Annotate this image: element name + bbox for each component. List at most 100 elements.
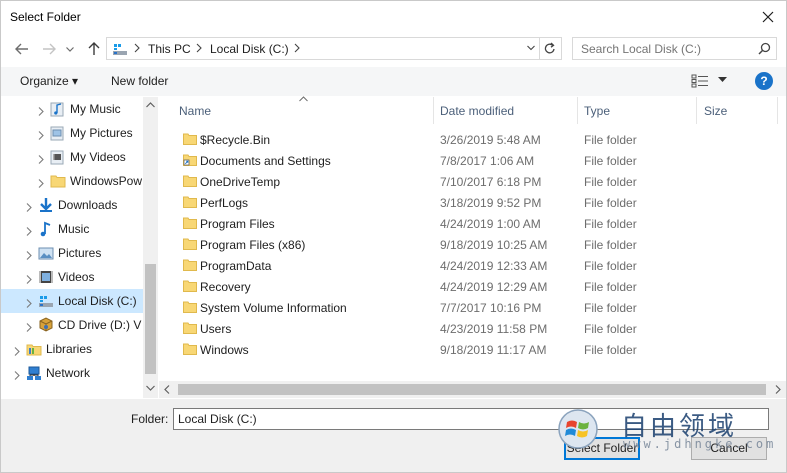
back-button[interactable] <box>12 39 32 59</box>
address-bar[interactable]: This PC Local Disk (C:) <box>106 37 562 60</box>
up-button[interactable] <box>84 39 104 59</box>
file-type: File folder <box>584 175 637 189</box>
file-name: Program Files (x86) <box>200 238 306 252</box>
title-bar: Select Folder <box>1 1 786 33</box>
forward-arrow-icon <box>43 43 56 55</box>
folder-icon <box>183 280 197 295</box>
expand-chevron-icon[interactable] <box>26 273 32 287</box>
expand-chevron-icon[interactable] <box>26 201 32 215</box>
file-row[interactable]: Documents and Settings 7/8/2017 1:06 AM Fi… <box>159 150 786 171</box>
breadcrumb-this-pc[interactable]: This PC <box>148 42 191 56</box>
expand-chevron-icon[interactable] <box>38 105 44 119</box>
scroll-down-icon[interactable] <box>146 385 155 391</box>
scrollbar-thumb[interactable] <box>145 264 156 374</box>
network-icon <box>26 365 42 381</box>
column-header-name[interactable]: Name <box>179 97 211 124</box>
nav-item-libraries[interactable]: Libraries <box>1 337 143 361</box>
nav-item-downloads[interactable]: Downloads <box>1 193 143 217</box>
expand-chevron-icon[interactable] <box>38 177 44 191</box>
recent-locations-button[interactable] <box>63 39 77 59</box>
scrollbar-thumb[interactable] <box>178 384 766 395</box>
file-row[interactable]: ProgramData 4/24/2019 12:33 AM File folder <box>159 255 786 276</box>
nav-item-videos[interactable]: Videos <box>1 265 143 289</box>
horizontal-scrollbar[interactable] <box>159 381 786 398</box>
expand-chevron-icon[interactable] <box>14 369 20 383</box>
column-header-date-modified[interactable]: Date modified <box>440 97 514 124</box>
file-row[interactable]: Recovery 4/24/2019 12:29 AM File folder <box>159 276 786 297</box>
nav-item-windowspow[interactable]: WindowsPow <box>1 169 143 193</box>
close-button[interactable] <box>756 5 780 29</box>
expand-chevron-icon[interactable] <box>38 153 44 167</box>
column-header-type[interactable]: Type <box>584 97 610 124</box>
column-divider[interactable] <box>777 97 778 124</box>
file-type: File folder <box>584 301 637 315</box>
forward-button[interactable] <box>39 39 59 59</box>
nav-item-label: Music <box>58 222 90 236</box>
pictures-folder-icon <box>50 125 66 141</box>
file-date-modified: 9/18/2019 10:25 AM <box>440 238 548 252</box>
refresh-button[interactable] <box>539 38 560 59</box>
folder-icon <box>183 133 197 148</box>
file-name: PerfLogs <box>200 196 249 210</box>
folder-icon <box>183 343 197 358</box>
nav-item-cd-drive-d-v[interactable]: CD Drive (D:) V <box>1 313 143 337</box>
nav-item-my-pictures[interactable]: My Pictures <box>1 121 143 145</box>
folder-name-input[interactable] <box>173 408 769 430</box>
breadcrumb-local-disk[interactable]: Local Disk (C:) <box>210 42 289 56</box>
downloads-icon <box>38 197 54 213</box>
file-date-modified: 4/23/2019 11:58 PM <box>440 322 548 336</box>
file-row[interactable]: PerfLogs 3/18/2019 9:52 PM File folder <box>159 192 786 213</box>
select-folder-button[interactable]: Select Folder <box>564 437 640 460</box>
file-row[interactable]: Users 4/23/2019 11:58 PM File folder <box>159 318 786 339</box>
nav-item-local-disk-c[interactable]: Local Disk (C:) <box>1 289 143 313</box>
file-row[interactable]: Windows 9/18/2019 11:17 AM File folder <box>159 339 786 360</box>
search-box[interactable] <box>572 37 777 60</box>
file-date-modified: 3/26/2019 5:48 AM <box>440 133 541 147</box>
nav-item-pictures[interactable]: Pictures <box>1 241 143 265</box>
music-icon <box>38 221 54 237</box>
expand-chevron-icon[interactable] <box>26 225 32 239</box>
view-dropdown-icon[interactable] <box>718 77 727 83</box>
file-row[interactable]: Program Files 4/24/2019 1:00 AM File folde… <box>159 213 786 234</box>
expand-chevron-icon[interactable] <box>38 129 44 143</box>
file-date-modified: 4/24/2019 12:33 AM <box>440 259 548 273</box>
nav-item-music[interactable]: Music <box>1 217 143 241</box>
folder-icon <box>183 238 197 253</box>
file-name: Program Files <box>200 217 275 231</box>
column-divider[interactable] <box>433 97 434 124</box>
search-input[interactable] <box>573 38 753 59</box>
file-row[interactable]: System Volume Information 7/7/2017 10:16 … <box>159 297 786 318</box>
nav-item-label: My Music <box>70 102 121 116</box>
close-icon <box>762 11 774 23</box>
expand-chevron-icon[interactable] <box>26 297 32 311</box>
column-divider[interactable] <box>577 97 578 124</box>
file-row[interactable]: OneDriveTemp 7/10/2017 6:18 PM File folder <box>159 171 786 192</box>
expand-chevron-icon[interactable] <box>26 249 32 263</box>
organize-dropdown-icon: ▾ <box>72 74 79 88</box>
file-row[interactable]: Program Files (x86) 9/18/2019 10:25 AM Fil… <box>159 234 786 255</box>
address-dropdown-icon[interactable] <box>527 43 535 53</box>
organize-button[interactable]: Organize ▾ <box>20 74 78 88</box>
help-button[interactable]: ? <box>755 72 773 90</box>
expand-chevron-icon[interactable] <box>26 321 32 335</box>
nav-item-my-videos[interactable]: My Videos <box>1 145 143 169</box>
scroll-left-icon[interactable] <box>164 385 170 394</box>
videos-icon <box>38 269 54 285</box>
nav-item-network[interactable]: Network <box>1 361 143 385</box>
file-date-modified: 3/18/2019 9:52 PM <box>440 196 542 210</box>
file-name: Recovery <box>200 280 251 294</box>
column-header-size[interactable]: Size <box>704 97 727 124</box>
cancel-button[interactable]: Cancel <box>691 437 767 460</box>
column-divider[interactable] <box>696 97 697 124</box>
nav-item-label: My Pictures <box>70 126 133 140</box>
new-folder-button[interactable]: New folder <box>111 74 168 88</box>
nav-item-my-music[interactable]: My Music <box>1 97 143 121</box>
expand-chevron-icon[interactable] <box>14 345 20 359</box>
view-options-icon[interactable] <box>691 74 709 88</box>
scroll-right-icon[interactable] <box>775 385 781 394</box>
navigation-scrollbar[interactable] <box>143 97 158 398</box>
file-list: Name Date modified Type Size $Recycle.Bi… <box>159 96 786 381</box>
file-row[interactable]: $Recycle.Bin 3/26/2019 5:48 AM File folder <box>159 129 786 150</box>
scroll-up-icon[interactable] <box>146 102 155 108</box>
file-date-modified: 4/24/2019 1:00 AM <box>440 217 541 231</box>
